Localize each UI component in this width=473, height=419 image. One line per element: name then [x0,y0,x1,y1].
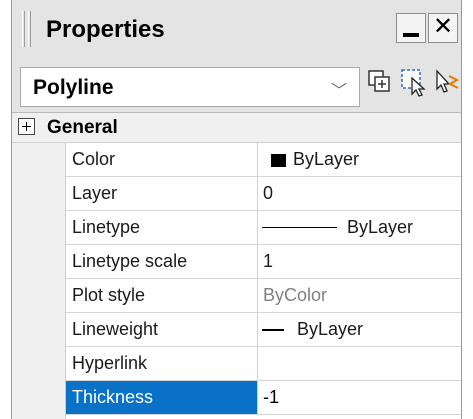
property-name: Thickness [66,381,258,414]
collapse-expander-icon[interactable] [18,118,35,135]
category-header-general[interactable]: General [12,113,461,143]
property-row-linetype[interactable]: Linetype ByLayer [66,211,461,245]
drag-grip[interactable] [28,11,31,47]
property-name: Lineweight [66,313,258,346]
property-value[interactable]: ByLayer [259,211,461,244]
property-row-layer[interactable]: Layer 0 [66,177,461,211]
property-value-text: 0 [263,183,274,203]
property-value[interactable] [259,381,461,414]
close-button[interactable]: ✕ [428,13,458,43]
title-bar[interactable]: Properties ✕ [12,0,461,58]
property-grid: General Color ByLayer Layer 0 Linetype B… [12,112,461,419]
select-objects-icon[interactable] [399,67,429,97]
toggle-pickadd-icon[interactable] [431,67,461,97]
property-row-color[interactable]: Color ByLayer [66,143,461,177]
property-row-lineweight[interactable]: Lineweight ByLayer [66,313,461,347]
property-name: Color [66,143,258,176]
minimize-button[interactable] [396,13,426,43]
property-name: Hyperlink [66,347,258,380]
property-value-text: ByLayer [297,319,364,339]
property-value[interactable]: 0 [259,177,461,210]
chevron-down-icon: ﹀ [330,83,347,100]
property-row-linetype-scale[interactable]: Linetype scale 1 [66,245,461,279]
drag-grip[interactable] [22,11,25,47]
property-name: Linetype scale [66,245,258,278]
property-row-hyperlink[interactable]: Hyperlink [66,347,461,381]
object-type-dropdown[interactable]: Polyline ﹀ [20,67,360,107]
color-swatch-icon [271,154,286,167]
property-value-text: 1 [263,251,274,271]
lineweight-sample-icon [262,329,284,331]
linetype-sample-icon [262,227,337,228]
property-value[interactable]: ByLayer [259,143,461,176]
property-value-text: ByColor [263,285,328,305]
property-value: ByColor [259,279,461,312]
property-row-plot-style[interactable]: Plot style ByColor [66,279,461,313]
thickness-input[interactable] [259,381,461,414]
property-value-text: ByLayer [293,149,360,169]
property-value[interactable]: ByLayer [259,313,461,346]
object-bar: Polyline ﹀ [12,58,461,107]
property-name: Linetype [66,211,258,244]
object-type-value: Polyline [33,76,114,99]
category-gutter [12,143,66,419]
property-name: Layer [66,177,258,210]
property-name: Plot style [66,279,258,312]
property-row-thickness[interactable]: Thickness [66,381,461,415]
property-value-text: ByLayer [347,217,414,237]
property-value[interactable] [259,347,461,380]
property-value[interactable]: 1 [259,245,461,278]
quick-select-icon[interactable] [365,67,395,97]
category-label: General [47,117,118,138]
properties-palette: Properties ✕ Polyline ﹀ General Color By… [11,0,462,419]
palette-title: Properties [46,16,165,43]
